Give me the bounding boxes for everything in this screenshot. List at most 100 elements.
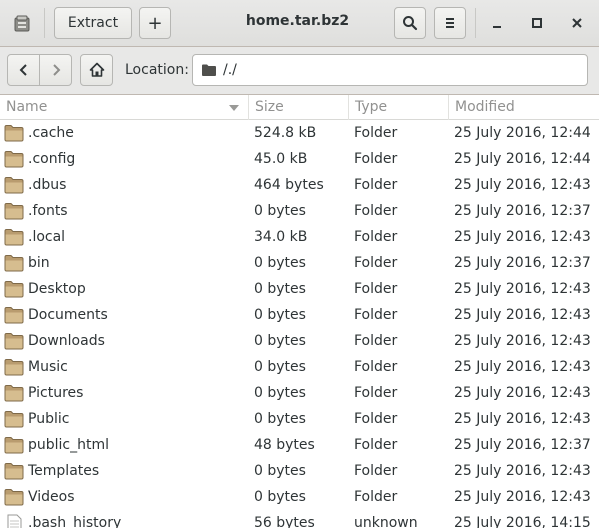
archive-manager-icon: [14, 15, 30, 32]
file-name: .local: [28, 229, 66, 245]
file-modified: 25 July 2016, 12:43: [454, 229, 591, 245]
file-size: 0 bytes: [254, 489, 306, 505]
file-size: 524.8 kB: [254, 125, 317, 141]
file-size: 0 bytes: [254, 385, 306, 401]
file-size: 464 bytes: [254, 177, 324, 193]
file-row[interactable]: Desktop 0 bytes Folder 25 July 2016, 12:43: [0, 276, 599, 302]
file-type: Folder: [354, 255, 398, 271]
file-list: .cache 524.8 kB Folder 25 July 2016, 12:44.…: [0, 120, 599, 528]
menu-button[interactable]: [434, 7, 466, 39]
column-headers: Name Size Type Modified: [0, 95, 599, 120]
column-header-name[interactable]: Name: [0, 95, 249, 120]
file-row[interactable]: Public 0 bytes Folder 25 July 2016, 12:43: [0, 406, 599, 432]
home-button[interactable]: [80, 54, 113, 86]
file-name: Documents: [28, 307, 108, 323]
file-modified: 25 July 2016, 12:43: [454, 359, 591, 375]
file-row[interactable]: Pictures 0 bytes Folder 25 July 2016, 12:43: [0, 380, 599, 406]
close-button[interactable]: [562, 8, 592, 38]
search-icon: [403, 16, 418, 31]
maximize-icon: [532, 18, 542, 28]
file-row[interactable]: .dbus 464 bytes Folder 25 July 2016, 12:43: [0, 172, 599, 198]
folder-icon: [202, 64, 216, 76]
location-label: Location:: [125, 62, 189, 78]
column-header-type[interactable]: Type: [349, 95, 449, 120]
file-size: 56 bytes: [254, 515, 315, 528]
file-modified: 25 July 2016, 12:43: [454, 463, 591, 479]
file-modified: 25 July 2016, 14:15: [454, 515, 591, 528]
folder-icon: [4, 462, 24, 480]
extract-button[interactable]: Extract: [54, 7, 132, 39]
location-path: /./: [223, 62, 237, 78]
hamburger-menu-icon: [446, 18, 454, 28]
location-field[interactable]: /./: [192, 54, 588, 86]
file-name: Videos: [28, 489, 75, 505]
file-type: Folder: [354, 489, 398, 505]
file-modified: 25 July 2016, 12:37: [454, 437, 591, 453]
file-type: Folder: [354, 463, 398, 479]
file-type: Folder: [354, 281, 398, 297]
file-row[interactable]: Downloads 0 bytes Folder 25 July 2016, 12:4…: [0, 328, 599, 354]
file-size: 0 bytes: [254, 463, 306, 479]
file-modified: 25 July 2016, 12:43: [454, 411, 591, 427]
file-name: public_html: [28, 437, 110, 453]
folder-icon: [4, 384, 24, 402]
sort-descending-icon: [229, 105, 239, 111]
file-modified: 25 July 2016, 12:43: [454, 307, 591, 323]
file-name: Pictures: [28, 385, 84, 401]
file-modified: 25 July 2016, 12:43: [454, 385, 591, 401]
file-row[interactable]: Documents 0 bytes Folder 25 July 2016, 12:4…: [0, 302, 599, 328]
file-row[interactable]: Music 0 bytes Folder 25 July 2016, 12:43: [0, 354, 599, 380]
file-type: Folder: [354, 359, 398, 375]
file-modified: 25 July 2016, 12:44: [454, 151, 591, 167]
folder-icon: [4, 150, 24, 168]
file-name: Public: [28, 411, 70, 427]
file-name: bin: [28, 255, 50, 271]
folder-icon: [4, 124, 24, 142]
chevron-right-icon: [52, 64, 60, 76]
file-name: .bash_history: [28, 515, 122, 528]
file-row[interactable]: .cache 524.8 kB Folder 25 July 2016, 12:44: [0, 120, 599, 146]
back-button[interactable]: [7, 54, 40, 86]
file-row[interactable]: public_html 48 bytes Folder 25 July 2016, 1…: [0, 432, 599, 458]
folder-icon: [4, 358, 24, 376]
file-row[interactable]: Videos 0 bytes Folder 25 July 2016, 12:43: [0, 484, 599, 510]
file-type: Folder: [354, 125, 398, 141]
file-row[interactable]: .config 45.0 kB Folder 25 July 2016, 12:44: [0, 146, 599, 172]
file-size: 0 bytes: [254, 333, 306, 349]
home-icon: [89, 62, 104, 77]
chevron-left-icon: [19, 64, 27, 76]
add-files-button[interactable]: +: [139, 7, 171, 39]
file-type: Folder: [354, 151, 398, 167]
file-modified: 25 July 2016, 12:44: [454, 125, 591, 141]
file-name: Music: [28, 359, 68, 375]
folder-icon: [4, 254, 24, 272]
close-icon: [572, 18, 582, 28]
file-row[interactable]: .fonts 0 bytes Folder 25 July 2016, 12:37: [0, 198, 599, 224]
file-size: 0 bytes: [254, 281, 306, 297]
file-name: .cache: [28, 125, 74, 141]
file-row[interactable]: .bash_history 56 bytes unknown 25 July 2016…: [0, 510, 599, 528]
header-bar: Extract + home.tar.bz2: [0, 0, 599, 47]
file-type: Folder: [354, 385, 398, 401]
minimize-button[interactable]: [482, 8, 512, 38]
search-button[interactable]: [394, 7, 426, 39]
column-header-modified[interactable]: Modified: [449, 95, 599, 120]
column-header-size[interactable]: Size: [249, 95, 349, 120]
minimize-icon: [493, 26, 501, 28]
file-size: 0 bytes: [254, 255, 306, 271]
file-type: Folder: [354, 411, 398, 427]
folder-icon: [4, 488, 24, 506]
file-name: .fonts: [28, 203, 68, 219]
forward-button[interactable]: [39, 54, 72, 86]
file-row[interactable]: bin 0 bytes Folder 25 July 2016, 12:37: [0, 250, 599, 276]
file-row[interactable]: .local 34.0 kB Folder 25 July 2016, 12:43: [0, 224, 599, 250]
file-modified: 25 July 2016, 12:43: [454, 177, 591, 193]
folder-icon: [4, 176, 24, 194]
file-size: 0 bytes: [254, 307, 306, 323]
file-type: Folder: [354, 333, 398, 349]
file-row[interactable]: Templates 0 bytes Folder 25 July 2016, 12:4…: [0, 458, 599, 484]
file-size: 48 bytes: [254, 437, 315, 453]
file-modified: 25 July 2016, 12:37: [454, 255, 591, 271]
maximize-button[interactable]: [522, 8, 552, 38]
extract-button-label: Extract: [67, 15, 119, 31]
